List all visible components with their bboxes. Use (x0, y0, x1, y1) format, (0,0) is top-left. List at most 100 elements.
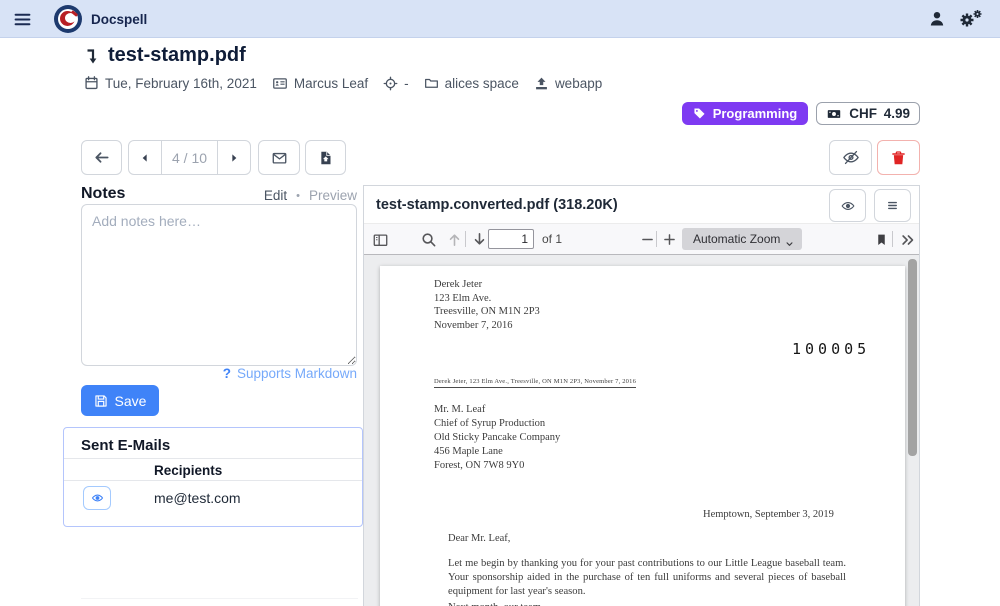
item-folder[interactable]: alices space (424, 76, 519, 91)
search-icon[interactable] (420, 231, 437, 249)
letter-recipient-block: Mr. M. Leaf Chief of Syrup Production Ol… (434, 403, 560, 473)
eye-slash-icon (842, 149, 860, 166)
zoom-level-select[interactable]: Automatic Zoom (682, 228, 802, 250)
file-upload-icon (318, 150, 333, 166)
envelope-icon (271, 150, 288, 166)
bookmark-icon[interactable] (875, 231, 888, 249)
prev-item-button[interactable] (129, 141, 162, 174)
letter-salutation: Dear Mr. Leaf, (448, 533, 510, 544)
item-concerning-label: - (404, 76, 409, 91)
docspell-logo[interactable] (54, 5, 82, 33)
viewer-scrollbar-thumb[interactable] (908, 259, 917, 456)
add-file-button[interactable] (305, 140, 346, 175)
divider (64, 480, 362, 481)
letter-clipped-line: Next month, our team … (448, 601, 846, 606)
pdf-canvas-area[interactable]: Derek Jeter 123 Elm Ave. Treesville, ON … (364, 255, 919, 606)
settings-gears-icon[interactable] (960, 9, 984, 29)
pdf-page: Derek Jeter 123 Elm Ave. Treesville, ON … (380, 266, 905, 606)
top-navbar: Docspell (0, 0, 1000, 38)
document-number-stamp: 100005 (792, 340, 870, 358)
send-mail-button[interactable] (258, 140, 300, 175)
letter-sender-block: Derek Jeter 123 Elm Ave. Treesville, ON … (434, 278, 540, 332)
sent-emails-heading: Sent E-Mails (81, 437, 170, 454)
page-number-input[interactable] (488, 229, 534, 249)
save-notes-button[interactable]: Save (81, 385, 159, 416)
notes-mode-separator: • (296, 190, 300, 202)
crosshair-icon (383, 76, 398, 91)
notes-heading: Notes (81, 185, 125, 203)
id-card-icon (272, 76, 288, 91)
letter-dateline: Hemptown, September 3, 2019 (703, 509, 834, 520)
arrow-left-icon (93, 149, 110, 166)
view-email-button[interactable] (83, 486, 111, 510)
divider (892, 231, 893, 247)
divider (64, 458, 362, 459)
attachment-header: test-stamp.converted.pdf (318.20K) (364, 186, 919, 224)
divider (465, 231, 466, 247)
level-down-icon (84, 47, 102, 65)
next-item-button[interactable] (217, 141, 250, 174)
upload-icon (534, 76, 549, 91)
pdf-viewer: test-stamp.converted.pdf (318.20K) (363, 185, 920, 606)
attachment-filename: test-stamp.converted.pdf (318.20K) (376, 197, 618, 213)
money-bill-icon (826, 107, 842, 121)
tag-icon (693, 107, 706, 120)
chevron-right-icon (228, 152, 240, 164)
notes-input[interactable] (81, 204, 357, 366)
item-position-label: 4 / 10 (162, 141, 217, 174)
floppy-icon (94, 394, 108, 408)
amount-badge[interactable]: CHF 4.99 (816, 102, 920, 125)
back-button[interactable] (81, 140, 122, 175)
notes-preview-link[interactable]: Preview (309, 188, 357, 203)
item-folder-label: alices space (445, 76, 519, 91)
email-recipient: me@test.com (154, 490, 241, 506)
question-icon: ? (223, 366, 231, 381)
user-icon[interactable] (928, 10, 946, 28)
notes-mode-toggle: Edit • Preview (264, 188, 357, 203)
attachment-view-button[interactable] (829, 189, 866, 222)
chevron-down-icon (785, 235, 794, 253)
divider (81, 598, 358, 599)
app-title: Docspell (91, 12, 147, 27)
zoom-out-icon[interactable] (640, 231, 655, 249)
folder-icon (424, 76, 439, 90)
markdown-hint-label: Supports Markdown (237, 366, 357, 381)
chevron-left-icon (139, 152, 151, 164)
delete-button[interactable] (877, 140, 920, 175)
save-button-label: Save (115, 393, 147, 409)
notes-edit-link[interactable]: Edit (264, 188, 287, 203)
sidebar-toggle-icon[interactable] (372, 231, 389, 249)
trash-icon (891, 150, 906, 166)
attachment-menu-button[interactable] (874, 189, 911, 222)
find-next-icon[interactable] (471, 231, 488, 249)
calendar-icon (84, 75, 99, 91)
zoom-level-value: Automatic Zoom (693, 232, 780, 246)
page-title: test-stamp.pdf (108, 44, 246, 67)
hamburger-menu-icon[interactable] (10, 8, 34, 30)
item-correspondent-label: Marcus Leaf (294, 76, 368, 91)
badge-row: Programming CHF 4.99 (682, 102, 920, 125)
sent-emails-panel: Sent E-Mails Recipients me@test.com (63, 427, 363, 527)
letter-body-paragraph: Let me begin by thanking you for your pa… (448, 557, 846, 600)
divider (656, 231, 657, 247)
letter-header-line: Derek Jeter, 123 Elm Ave., Treesville, O… (434, 378, 636, 388)
eye-icon (840, 199, 856, 213)
markdown-hint[interactable]: ? Supports Markdown (223, 366, 357, 381)
find-previous-icon[interactable] (446, 231, 463, 249)
docspell-item-page: Docspell test-stamp.pdf Tue, February 16… (0, 0, 1000, 606)
eye-icon (91, 492, 104, 504)
toolbar-more-icon[interactable] (900, 231, 916, 249)
item-source-label: webapp (555, 76, 602, 91)
page-nav-group: 4 / 10 (128, 140, 251, 175)
item-date[interactable]: Tue, February 16th, 2021 (84, 75, 257, 91)
recipients-column-header: Recipients (154, 463, 222, 478)
item-metadata-row: Tue, February 16th, 2021 Marcus Leaf - a… (84, 75, 602, 91)
item-correspondent[interactable]: Marcus Leaf (272, 76, 368, 91)
tag-badge[interactable]: Programming (682, 102, 809, 125)
page-count-label: of 1 (542, 232, 562, 246)
list-menu-icon (885, 198, 900, 213)
zoom-in-icon[interactable] (662, 231, 677, 249)
tag-label: Programming (713, 106, 798, 121)
item-concerning[interactable]: - (383, 76, 409, 91)
unconfirm-button[interactable] (829, 140, 872, 175)
